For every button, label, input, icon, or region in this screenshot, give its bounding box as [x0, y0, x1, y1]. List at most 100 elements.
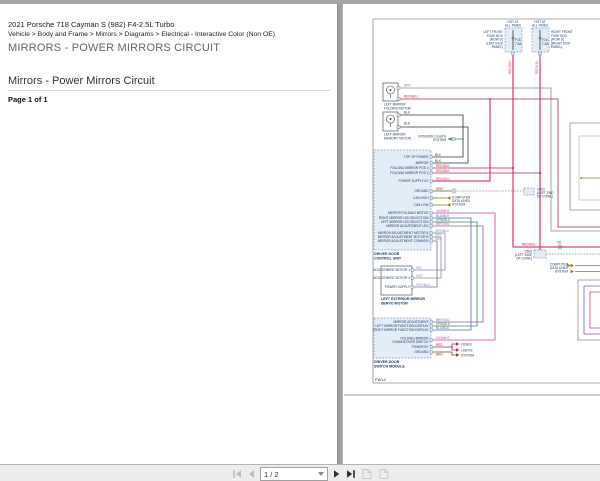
diagram-code: FW14 [375, 377, 386, 382]
svg-text:FOLDING MIRROR POS 2: FOLDING MIRROR POS 2 [390, 171, 428, 175]
left-mirror-folding-motor: LEFT MIRROR FOLDING MOTOR BRN RED/BLU [382, 82, 419, 110]
svg-text:SYSTEM: SYSTEM [555, 270, 568, 274]
svg-text:SYSTEM: SYSTEM [433, 138, 446, 142]
svg-text:SYSTEM: SYSTEM [452, 203, 465, 207]
svg-text:CONTROL UNIT: CONTROL UNIT [374, 256, 402, 260]
wire-label: RED/BLK [508, 59, 512, 74]
svg-text:BRN: BRN [404, 83, 411, 87]
svg-text:DRIVER DOOR: DRIVER DOOR [374, 360, 400, 364]
pager-toolbar: 1 / 2 [0, 464, 600, 481]
ground-g503-label: G503 (LEFT SIDE OF COWL) [515, 249, 532, 260]
svg-text:RED/YEL: RED/YEL [535, 60, 539, 74]
svg-text:ADJUSTMENT MOTOR 2: ADJUSTMENT MOTOR 2 [373, 276, 410, 280]
driver-door-switch-module: MIRROR ADJUSTMENT LEFT MIRROR FUNCTION D… [373, 317, 474, 368]
svg-text:CHANGEOVER SWITCH: CHANGEOVER SWITCH [392, 340, 429, 344]
ground-g203-label: G203 (LEFT END OF COWL) [537, 187, 554, 198]
fuse-location-label: LEFT FRONT FUSE BOX (ROW D) (LEFT KICK P… [483, 30, 503, 49]
page-dropdown-caret[interactable] [318, 472, 324, 476]
wire-label: RED/BLK [522, 243, 537, 247]
svg-text:POWER SUPPLY: POWER SUPPLY [385, 285, 411, 289]
svg-text:POWER B+: POWER B+ [412, 345, 429, 349]
svg-text:GRY/BLU: GRY/BLU [416, 283, 431, 287]
svg-text:CAN HIGH: CAN HIGH [413, 196, 429, 200]
svg-text:FUSES: FUSES [461, 342, 472, 346]
svg-text:VIO: VIO [416, 266, 422, 270]
svg-text:PANEL): PANEL) [492, 45, 503, 49]
svg-text:VIO: VIO [435, 237, 441, 241]
control-unit-wire-labels: BLK BLK RED/BLK RED/BLK RED/BLU BRN VIO/… [435, 153, 451, 241]
svg-text:GRY: GRY [416, 274, 424, 278]
svg-text:MIRROR ADJUSTMENT COMMON: MIRROR ADJUSTMENT COMMON [378, 239, 429, 243]
previous-view-button[interactable] [361, 468, 373, 480]
svg-text:OF COWL): OF COWL) [516, 257, 532, 261]
svg-text:BLK: BLK [435, 159, 442, 163]
svg-text:LEFT EXTERIOR MIRROR: LEFT EXTERIOR MIRROR [381, 297, 425, 301]
svg-text:RIGHT MIRROR FUNCTION DISPLAY: RIGHT MIRROR FUNCTION DISPLAY [373, 328, 429, 332]
svg-text:GROUND: GROUND [414, 350, 429, 354]
svg-text:MIRROR ADJUSTMENT LED: MIRROR ADJUSTMENT LED [386, 224, 429, 228]
interior-lights-reference: INTERIOR LIGHTS SYSTEM [418, 134, 464, 142]
diagram-page-pane: FW14 HOT AT ALL TIMES F15 7.5A LEFT FRON… [343, 4, 600, 464]
svg-text:OF COWL): OF COWL) [537, 195, 553, 199]
svg-text:RED/BLK: RED/BLK [436, 169, 451, 173]
svg-text:GROUND: GROUND [414, 189, 429, 193]
data-lines-reference-2: COMPUTER DATA LINES SYSTEM [550, 262, 600, 274]
svg-text:BRN: BRN [436, 352, 443, 356]
module-references: FUSES LIGHTS SYSTEM [461, 342, 474, 357]
connector-label: X8 [557, 240, 561, 244]
section-divider [8, 90, 330, 91]
svg-text:BLU/BLK: BLU/BLK [436, 326, 450, 330]
document-info-panel: 2021 Porsche 718 Cayman S (982) F4-2.5L … [0, 4, 337, 464]
previous-page-button[interactable] [247, 469, 255, 479]
svg-text:MEMORY MOTOR: MEMORY MOTOR [384, 136, 412, 140]
svg-text:SYSTEM: SYSTEM [461, 353, 474, 357]
next-page-button[interactable] [333, 469, 341, 479]
svg-text:RED/BLU: RED/BLU [404, 94, 419, 98]
svg-text:SWITCH MODULE: SWITCH MODULE [374, 364, 405, 368]
svg-text:POWER SUPPLY B+: POWER SUPPLY B+ [398, 179, 428, 183]
control-unit-wiring: G203 (LEFT END OF COWL) COMPUTER DATA LI… [414, 167, 554, 341]
svg-text:7.5A: 7.5A [542, 42, 549, 46]
first-page-button[interactable] [232, 469, 242, 479]
svg-text:ALL TIMES: ALL TIMES [532, 24, 548, 28]
svg-text:SERVO MOTOR: SERVO MOTOR [381, 301, 408, 305]
svg-text:FOLDING MIRROR POS 1: FOLDING MIRROR POS 1 [390, 166, 428, 170]
wiring-diagram: FW14 HOT AT ALL TIMES F15 7.5A LEFT FRON… [344, 18, 600, 396]
svg-text:ALL TIMES: ALL TIMES [505, 24, 521, 28]
svg-text:BLK: BLK [404, 121, 411, 125]
last-page-button[interactable] [346, 469, 356, 479]
svg-text:BLK: BLK [404, 110, 411, 114]
page-count-label: Page 1 of 1 [8, 95, 48, 104]
breadcrumb: Vehicle > Body and Frame > Mirrors > Dia… [8, 31, 276, 38]
offpage-loops-bottom-right [577, 279, 600, 341]
fuse-left: HOT AT ALL TIMES F15 7.5A LEFT FRONT FUS… [483, 20, 522, 74]
interior-lights-label: INTERIOR LIGHTS SYSTEM [418, 134, 446, 142]
app-window: 2021 Porsche 718 Cayman S (982) F4-2.5L … [0, 0, 600, 481]
switch-module-wire-labels: WHT/VIO GRN/BLK BLU/BLK VIO/WHT RED BRN [436, 318, 451, 357]
next-view-button[interactable] [378, 468, 390, 480]
data-lines-reference: COMPUTER DATA LINES SYSTEM [452, 195, 471, 206]
section-title: Mirrors - Power Mirrors Circuit [8, 75, 155, 87]
svg-text:RED: RED [436, 343, 443, 347]
svg-text:BLK: BLK [435, 153, 442, 157]
svg-text:VIO/WHT: VIO/WHT [436, 336, 450, 340]
svg-text:RED/BLK: RED/BLK [436, 164, 451, 168]
svg-text:BRN: BRN [436, 187, 443, 191]
ground-g503: G503 (LEFT SIDE OF COWL) [515, 249, 600, 261]
svg-text:MIRROR FOLDING MOTOR: MIRROR FOLDING MOTOR [388, 211, 429, 215]
left-exterior-mirror-servo-motor: ADJUSTMENT MOTOR 1 ADJUSTMENT MOTOR 2 PO… [373, 265, 431, 305]
page-title: MIRRORS - POWER MIRRORS CIRCUIT [8, 42, 221, 54]
svg-text:CAN LOW: CAN LOW [414, 203, 429, 207]
svg-text:PANEL): PANEL) [551, 45, 562, 49]
page-number-field[interactable]: 1 / 2 [260, 467, 328, 481]
power-feed-wires: X8 RED/BLK [512, 55, 600, 250]
svg-text:TOP OF POWER: TOP OF POWER [404, 155, 429, 159]
svg-text:WHT/VIO: WHT/VIO [436, 222, 450, 226]
fuse-amps: 7.5A [515, 42, 522, 46]
fuse-location-label: RIGHT FRONT FUSE BOX (ROW D) (RIGHT KICK… [551, 30, 573, 49]
svg-text:VIO/WHT: VIO/WHT [436, 209, 450, 213]
fuse-right: HOT AT ALL TIMES F16 7.5A RIGHT FRONT FU… [531, 20, 573, 74]
servo-pin-labels: ADJUSTMENT MOTOR 1 ADJUSTMENT MOTOR 2 PO… [373, 268, 411, 289]
svg-text:RED/BLU: RED/BLU [436, 177, 451, 181]
svg-text:MIRROR: MIRROR [416, 161, 430, 165]
